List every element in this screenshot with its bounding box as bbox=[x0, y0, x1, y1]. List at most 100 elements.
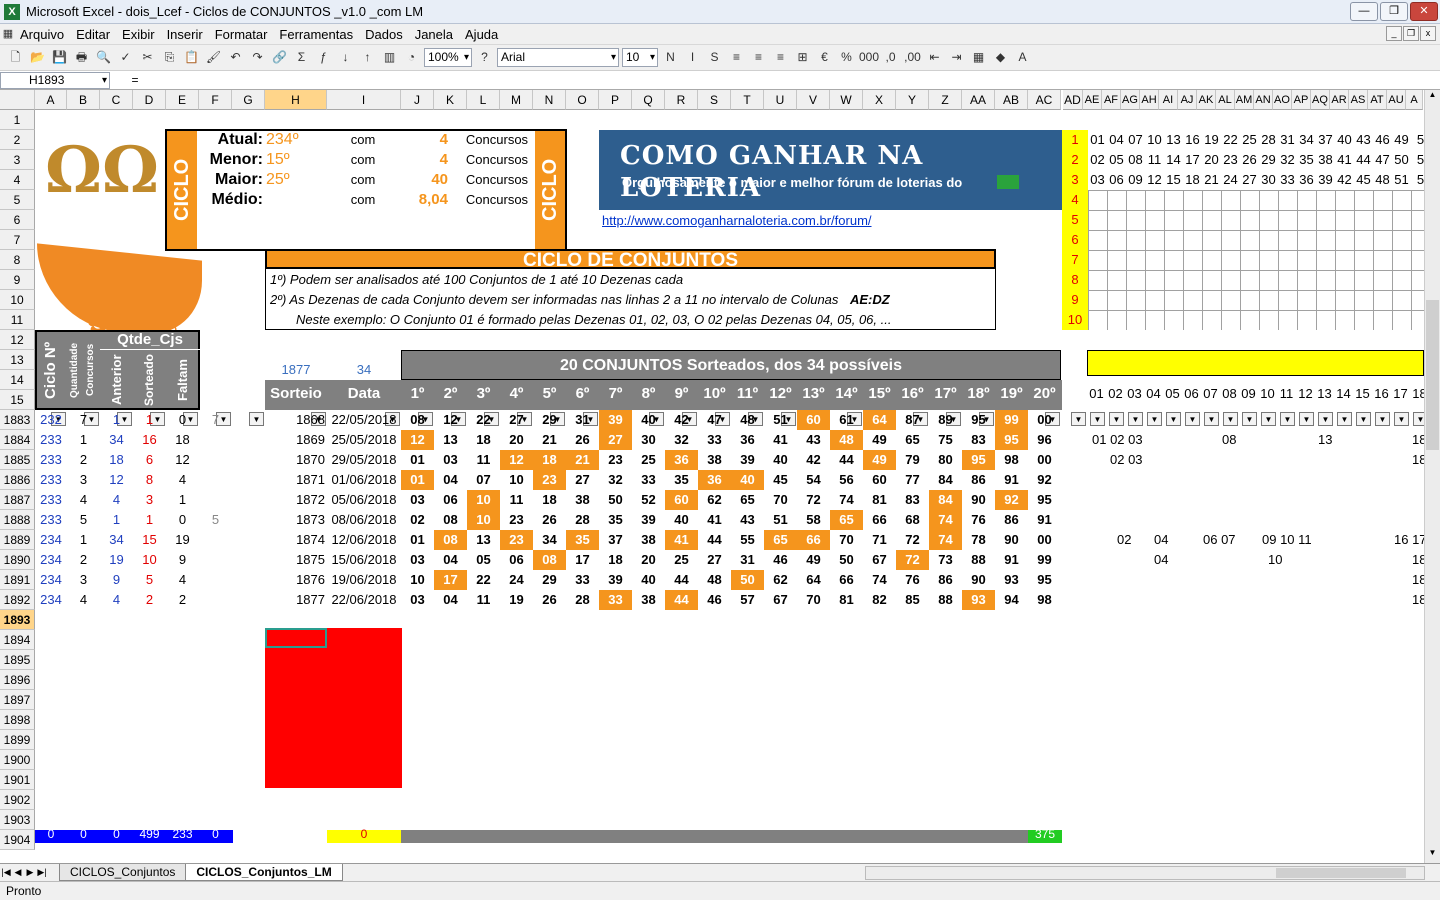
row-sorteado[interactable]: 6 bbox=[133, 450, 166, 470]
format-painter-icon[interactable]: 🖌 bbox=[204, 48, 223, 67]
col-header-m[interactable]: M bbox=[500, 90, 533, 110]
col-header-ap[interactable]: AP bbox=[1292, 90, 1311, 110]
row-number[interactable]: 50 bbox=[731, 570, 764, 590]
select-all-corner[interactable] bbox=[0, 90, 35, 110]
col-header-as[interactable]: AS bbox=[1349, 90, 1368, 110]
row-header-1897[interactable]: 1897 bbox=[0, 690, 35, 710]
row-number[interactable]: 70 bbox=[797, 590, 830, 610]
row-number[interactable]: 31 bbox=[731, 550, 764, 570]
autosum-icon[interactable]: Σ bbox=[292, 48, 311, 67]
row-number[interactable]: 48 bbox=[830, 430, 863, 450]
row-set-values[interactable]: 06 07 bbox=[1203, 530, 1236, 550]
row-number[interactable]: 89 bbox=[929, 410, 962, 430]
row-number[interactable]: 72 bbox=[797, 490, 830, 510]
row-number[interactable]: 66 bbox=[830, 570, 863, 590]
row-number[interactable]: 50 bbox=[830, 550, 863, 570]
filter-dropdown-icon[interactable]: ▼ bbox=[1413, 412, 1424, 426]
row-anterior[interactable]: 34 bbox=[100, 530, 133, 550]
row-faltam[interactable]: 0 bbox=[166, 510, 199, 530]
menu-janela[interactable]: Janela bbox=[409, 27, 459, 42]
row-number[interactable]: 95 bbox=[1028, 490, 1061, 510]
row-number[interactable]: 01 bbox=[401, 470, 434, 490]
row-sorteio[interactable]: 1871 bbox=[265, 470, 327, 490]
row-number[interactable]: 06 bbox=[500, 550, 533, 570]
row-number[interactable]: 40 bbox=[665, 510, 698, 530]
row-number[interactable]: 00 bbox=[1028, 530, 1061, 550]
col-header-s[interactable]: S bbox=[698, 90, 731, 110]
row-number[interactable]: 54 bbox=[797, 470, 830, 490]
row-header-1901[interactable]: 1901 bbox=[0, 770, 35, 790]
row-number[interactable]: 00 bbox=[1028, 450, 1061, 470]
set-value[interactable]: 07 bbox=[1126, 130, 1145, 150]
row-number[interactable]: 12 bbox=[434, 410, 467, 430]
col-header-g[interactable]: G bbox=[232, 90, 265, 110]
row-header-3[interactable]: 3 bbox=[0, 150, 35, 170]
row-number[interactable]: 98 bbox=[1028, 590, 1061, 610]
row-number[interactable]: 35 bbox=[566, 530, 599, 550]
row-number[interactable]: 38 bbox=[632, 590, 665, 610]
row-number[interactable]: 81 bbox=[863, 490, 896, 510]
row-number[interactable]: 74 bbox=[929, 510, 962, 530]
underline-icon[interactable]: S bbox=[705, 48, 724, 67]
row-number[interactable]: 12 bbox=[500, 450, 533, 470]
set-value[interactable]: 44 bbox=[1354, 150, 1373, 170]
set-value[interactable]: 27 bbox=[1240, 170, 1259, 190]
new-icon[interactable]: 🗋 bbox=[6, 48, 25, 67]
row-number[interactable]: 04 bbox=[434, 550, 467, 570]
col-header-e[interactable]: E bbox=[166, 90, 199, 110]
row-set-values[interactable]: 08 bbox=[1222, 430, 1236, 450]
row-number[interactable]: 72 bbox=[896, 530, 929, 550]
align-right-icon[interactable]: ≡ bbox=[771, 48, 790, 67]
forum-link[interactable]: http://www.comoganharnaloteria.com.br/fo… bbox=[602, 211, 922, 231]
set-value[interactable]: 03 bbox=[1088, 170, 1107, 190]
set-value[interactable]: 31 bbox=[1278, 130, 1297, 150]
row-number[interactable]: 24 bbox=[500, 570, 533, 590]
row-header-8[interactable]: 8 bbox=[0, 250, 35, 270]
row-set-values[interactable]: 04 bbox=[1154, 530, 1168, 550]
menu-editar[interactable]: Editar bbox=[70, 27, 116, 42]
doc-close-button[interactable]: x bbox=[1420, 26, 1436, 41]
col-header-ah[interactable]: AH bbox=[1140, 90, 1159, 110]
row-number[interactable]: 03 bbox=[401, 490, 434, 510]
row-number[interactable]: 64 bbox=[863, 410, 896, 430]
col-header-t[interactable]: T bbox=[731, 90, 764, 110]
row-set-values[interactable]: 02 03 bbox=[1110, 450, 1143, 470]
col-header-at[interactable]: AT bbox=[1368, 90, 1387, 110]
row-header-12[interactable]: 12 bbox=[0, 330, 35, 350]
row-number[interactable]: 92 bbox=[1028, 470, 1061, 490]
set-value[interactable]: 12 bbox=[1145, 170, 1164, 190]
col-header-a[interactable]: A bbox=[1406, 90, 1423, 110]
row-number[interactable]: 23 bbox=[500, 510, 533, 530]
col-header-y[interactable]: Y bbox=[896, 90, 929, 110]
row-faltam[interactable]: 4 bbox=[166, 570, 199, 590]
row-header-1[interactable]: 1 bbox=[0, 110, 35, 130]
italic-icon[interactable]: I bbox=[683, 48, 702, 67]
row-number[interactable]: 34 bbox=[533, 530, 566, 550]
row-number[interactable]: 32 bbox=[665, 430, 698, 450]
row-data[interactable]: 08/06/2018 bbox=[327, 510, 401, 530]
row-number[interactable]: 85 bbox=[896, 590, 929, 610]
help-icon[interactable]: ? bbox=[475, 48, 494, 67]
filter-dropdown-icon[interactable]: ▼ bbox=[1090, 412, 1105, 426]
row-header-6[interactable]: 6 bbox=[0, 210, 35, 230]
col-header-u[interactable]: U bbox=[764, 90, 797, 110]
row-quant[interactable]: 4 bbox=[67, 490, 100, 510]
row-number[interactable]: 11 bbox=[467, 590, 500, 610]
row-quant[interactable]: 3 bbox=[67, 470, 100, 490]
set-value[interactable]: 49 bbox=[1392, 130, 1411, 150]
row-quant[interactable]: 3 bbox=[67, 570, 100, 590]
row-ciclo[interactable]: 233 bbox=[35, 490, 67, 510]
row-data[interactable]: 01/06/2018 bbox=[327, 470, 401, 490]
row-number[interactable]: 67 bbox=[863, 550, 896, 570]
row-number[interactable]: 55 bbox=[731, 530, 764, 550]
row-number[interactable]: 08 bbox=[533, 550, 566, 570]
row-number[interactable]: 91 bbox=[995, 470, 1028, 490]
last-sheet-icon[interactable]: ▶| bbox=[36, 867, 48, 878]
row-data[interactable]: 12/06/2018 bbox=[327, 530, 401, 550]
col-header-w[interactable]: W bbox=[830, 90, 863, 110]
col-header-n[interactable]: N bbox=[533, 90, 566, 110]
col-header-am[interactable]: AM bbox=[1235, 90, 1254, 110]
filter-dropdown-icon[interactable]: ▼ bbox=[249, 412, 264, 426]
decrease-decimal-icon[interactable]: ,00 bbox=[903, 48, 922, 67]
row-number[interactable]: 45 bbox=[764, 470, 797, 490]
